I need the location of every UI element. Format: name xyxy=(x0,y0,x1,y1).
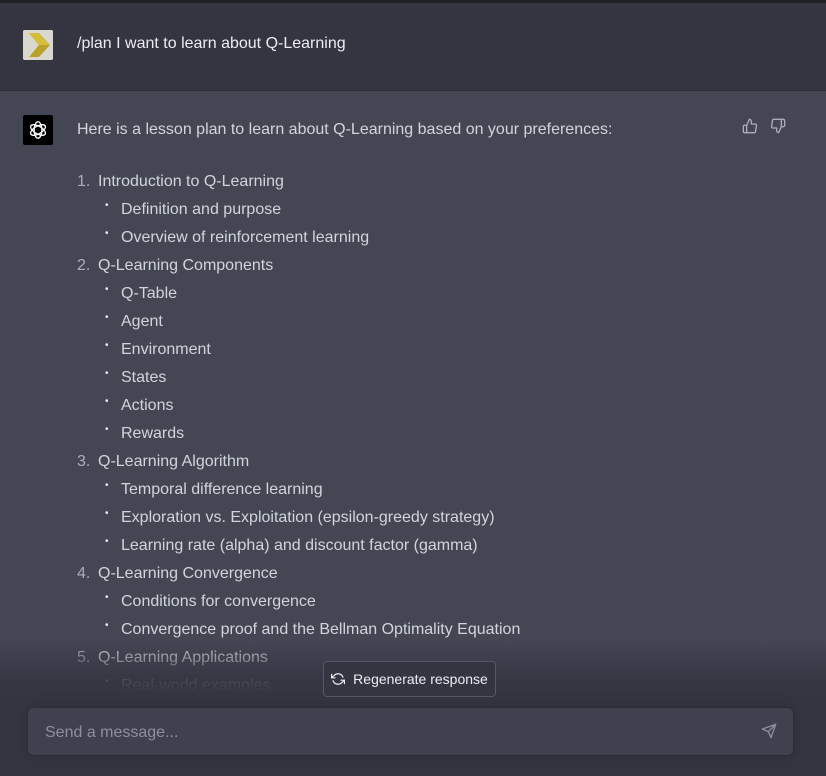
bullet-icon: • xyxy=(105,536,109,547)
section-number: 2. xyxy=(77,257,91,274)
bullet-icon: • xyxy=(105,340,109,351)
lesson-subitem: • Overview of reinforcement learning xyxy=(77,224,757,252)
subitem-text: Environment xyxy=(121,341,211,358)
assistant-avatar xyxy=(23,115,53,145)
lesson-subitem: • Q-Table xyxy=(77,280,757,308)
lesson-subitem: • Agent xyxy=(77,308,757,336)
message-composer xyxy=(27,707,794,757)
bullet-icon: • xyxy=(105,228,109,239)
refresh-icon xyxy=(331,673,346,685)
lesson-subitem: • Exploration vs. Exploitation (epsilon-g… xyxy=(77,504,757,532)
lesson-subitem: • Learning rate (alpha) and discount fact… xyxy=(77,532,757,560)
bullet-icon: • xyxy=(105,480,109,491)
bullet-icon: • xyxy=(105,368,109,379)
subitem-text: Rewards xyxy=(121,425,185,442)
subitem-text: Q-Table xyxy=(121,285,178,302)
assistant-intro-text: Here is a lesson plan to learn about Q-L… xyxy=(77,121,613,138)
subitem-text: States xyxy=(121,369,167,386)
section-number: 3. xyxy=(77,453,91,470)
thumbs-down-icon[interactable] xyxy=(770,118,786,134)
subitem-text: Conditions for convergence xyxy=(121,593,316,610)
bullet-icon: • xyxy=(105,620,109,631)
regenerate-response-button[interactable]: Regenerate response xyxy=(323,661,496,697)
lesson-subitem: • Environment xyxy=(77,336,757,364)
section-title: Q-Learning Convergence xyxy=(98,565,278,582)
section-title: Introduction to Q-Learning xyxy=(98,173,284,190)
thumbs-up-icon[interactable] xyxy=(742,118,758,134)
lesson-section: 3. Q-Learning Algorithm xyxy=(77,448,757,476)
lesson-subitem: • Actions xyxy=(77,392,757,420)
section-number: 4. xyxy=(77,565,91,582)
bullet-icon: • xyxy=(105,396,109,407)
message-input[interactable] xyxy=(43,708,747,757)
subitem-text: Convergence proof and the Bellman Optima… xyxy=(121,621,521,638)
subitem-text: Definition and purpose xyxy=(121,201,282,218)
subitem-text: Exploration vs. Exploitation (epsilon-gr… xyxy=(121,509,495,526)
lesson-subitem: • Rewards xyxy=(77,420,757,448)
lesson-subitem: • States xyxy=(77,364,757,392)
lesson-subitem: • Temporal difference learning xyxy=(77,476,757,504)
feedback-buttons xyxy=(742,118,786,134)
bullet-icon: • xyxy=(105,200,109,211)
regenerate-label: Regenerate response xyxy=(353,671,488,687)
subitem-text: Learning rate (alpha) and discount facto… xyxy=(121,537,478,554)
user-message-text: /plan I want to learn about Q-Learning xyxy=(77,35,346,52)
subitem-text: Temporal difference learning xyxy=(121,481,323,498)
bullet-icon: • xyxy=(105,424,109,435)
bullet-icon: • xyxy=(105,508,109,519)
chevron-logo-icon xyxy=(23,30,53,60)
subitem-text: Actions xyxy=(121,397,174,414)
section-title: Q-Learning Algorithm xyxy=(98,453,250,470)
lesson-section: 1. Introduction to Q-Learning xyxy=(77,168,757,196)
lesson-section: 4. Q-Learning Convergence xyxy=(77,560,757,588)
subitem-text: Agent xyxy=(121,313,163,330)
lesson-subitem: • Conditions for convergence xyxy=(77,588,757,616)
section-number: 1. xyxy=(77,173,91,190)
subitem-text: Overview of reinforcement learning xyxy=(121,229,370,246)
bullet-icon: • xyxy=(105,312,109,323)
bullet-icon: • xyxy=(105,592,109,603)
lesson-section: 2. Q-Learning Components xyxy=(77,252,757,280)
lesson-subitem: • Definition and purpose xyxy=(77,196,757,224)
user-avatar xyxy=(23,30,53,60)
section-title: Q-Learning Components xyxy=(98,257,274,274)
user-message: /plan I want to learn about Q-Learning xyxy=(0,3,826,91)
send-icon[interactable] xyxy=(761,723,779,741)
bullet-icon: • xyxy=(105,284,109,295)
openai-logo-icon xyxy=(29,121,47,139)
